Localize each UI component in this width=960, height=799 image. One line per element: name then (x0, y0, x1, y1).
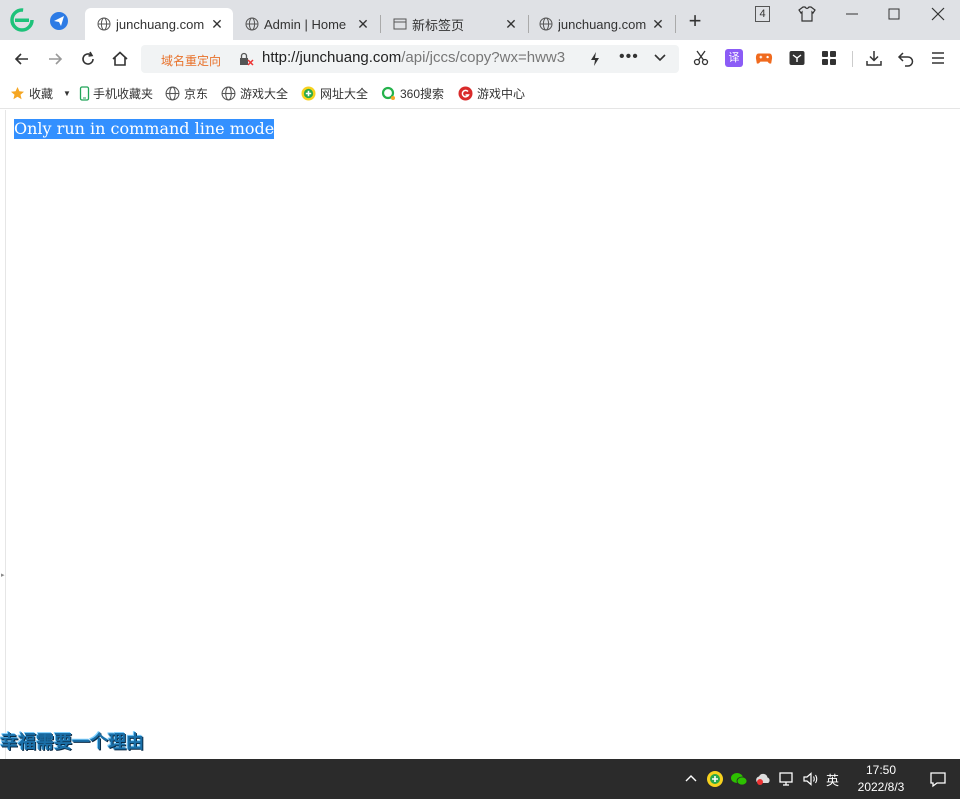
tab-new-tab[interactable]: 新标签页 ✕ (381, 8, 527, 40)
game-center-icon (458, 86, 473, 100)
tab-count-badge[interactable]: 4 (755, 6, 770, 22)
wechat-icon[interactable] (730, 770, 748, 788)
reload-icon[interactable] (78, 49, 98, 69)
close-window-icon[interactable] (928, 4, 948, 24)
bookmark-favorites[interactable]: 收藏 ▼ (10, 84, 71, 102)
url-path: /api/jccs/copy?wx=hww3 (401, 49, 566, 66)
bookmark-label: 360搜索 (400, 86, 445, 101)
tab-admin-home[interactable]: Admin | Home ✕ (233, 8, 379, 40)
page-content: ▸ Only run in command line mode 幸福需要一个理由 (0, 110, 960, 760)
url-text[interactable]: http://junchuang.com/api/jccs/copy?wx=hw… (262, 49, 577, 66)
network-icon[interactable] (778, 770, 796, 788)
window-icon (393, 18, 407, 30)
globe-icon (97, 17, 111, 31)
globe-icon (539, 17, 553, 31)
plus-circle-icon (301, 86, 316, 100)
globe-icon (165, 86, 180, 100)
browser-logo-icon[interactable] (10, 8, 34, 32)
minimize-icon[interactable] (842, 4, 862, 24)
address-bar[interactable]: 域名重定向 http://junchuang.com/api/jccs/copy… (141, 45, 679, 73)
scissors-icon[interactable] (692, 49, 710, 67)
menu-icon[interactable] (929, 49, 947, 67)
forward-arrow-icon[interactable] (45, 49, 65, 69)
overlay-caption: 幸福需要一个理由 (0, 732, 144, 753)
browser-window: junchuang.com ✕ Admin | Home ✕ 新标签页 ✕ ju… (0, 0, 960, 799)
apps-grid-icon[interactable] (820, 49, 838, 67)
bookmark-url-directory[interactable]: 网址大全 (301, 84, 368, 102)
sidebar-edge (5, 110, 6, 760)
chevron-up-icon[interactable] (682, 770, 700, 788)
taskbar: 英 17:50 2022/8/3 (0, 759, 960, 799)
notification-icon[interactable] (929, 770, 947, 788)
bookmark-jd[interactable]: 京东 (165, 84, 208, 102)
translate-icon[interactable]: 译 (725, 49, 743, 67)
tab-strip: junchuang.com ✕ Admin | Home ✕ 新标签页 ✕ ju… (0, 0, 960, 40)
caret-down-icon[interactable]: ▼ (63, 89, 71, 98)
bookmark-label: 网址大全 (320, 86, 369, 101)
tab-title: Admin | Home (264, 16, 347, 32)
close-tab-icon[interactable]: ✕ (503, 16, 519, 32)
toolbar-divider (852, 51, 853, 67)
skin-icon[interactable] (798, 6, 816, 22)
bookmark-360-search[interactable]: 360搜索 (381, 84, 444, 102)
bookmark-label: 京东 (184, 86, 209, 101)
home-icon[interactable] (110, 49, 130, 69)
bookmark-games[interactable]: 游戏大全 (221, 84, 288, 102)
address-toolbar: 域名重定向 http://junchuang.com/api/jccs/copy… (0, 40, 960, 78)
bookmark-mobile-favorites[interactable]: 手机收藏夹 (79, 84, 153, 102)
star-icon (11, 86, 24, 99)
close-tab-icon[interactable]: ✕ (650, 16, 666, 32)
page-message: Only run in command line mode (14, 119, 275, 139)
bookmarks-bar: 收藏 ▼ 手机收藏夹 京东 游戏大全 网址大全 360搜索 游戏中心 (0, 78, 960, 109)
globe-icon (221, 86, 236, 100)
system-clock[interactable]: 17:50 2022/8/3 (850, 762, 912, 796)
download-icon[interactable] (865, 49, 883, 67)
bookmark-label: 游戏大全 (240, 86, 289, 101)
insecure-lock-icon[interactable] (238, 52, 254, 66)
tab-title: 新标签页 (412, 17, 465, 33)
redirect-notice[interactable]: 域名重定向 (161, 52, 221, 69)
bookmark-game-center[interactable]: 游戏中心 (458, 84, 525, 102)
chevron-down-icon[interactable] (653, 53, 667, 63)
clock-time: 17:50 (865, 763, 897, 777)
tab-junchuang-1[interactable]: junchuang.com ✕ (85, 8, 233, 40)
bookmark-label: 收藏 (29, 86, 54, 101)
back-arrow-icon[interactable] (12, 49, 32, 69)
bookmark-label: 游戏中心 (477, 86, 526, 101)
bookmark-label: 手机收藏夹 (93, 86, 154, 101)
sidebar-expand-icon[interactable]: ▸ (1, 571, 5, 579)
tab-title: junchuang.com (558, 16, 646, 32)
reading-icon[interactable] (788, 49, 806, 67)
tab-title: junchuang.com (116, 16, 205, 32)
input-method-indicator[interactable]: 英 (826, 770, 839, 789)
url-host: http://junchuang.com (262, 49, 402, 66)
globe-icon (245, 17, 259, 31)
tab-junchuang-2[interactable]: junchuang.com ✕ (527, 8, 674, 40)
cloud-sync-icon[interactable] (754, 770, 772, 788)
new-tab-button[interactable]: + (686, 10, 704, 32)
plus-circle-tray-icon[interactable] (706, 770, 724, 788)
close-tab-icon[interactable]: ✕ (209, 16, 225, 32)
send-icon[interactable] (50, 12, 68, 30)
volume-icon[interactable] (802, 770, 820, 788)
close-tab-icon[interactable]: ✕ (355, 16, 371, 32)
tab-divider (675, 15, 676, 33)
clock-date: 2022/8/3 (857, 780, 905, 794)
more-options-icon[interactable]: ••• (619, 48, 639, 66)
lightning-icon[interactable] (589, 51, 601, 67)
maximize-icon[interactable] (884, 4, 904, 24)
phone-icon (79, 85, 90, 101)
search-360-icon (381, 86, 395, 100)
gamepad-icon[interactable] (755, 49, 773, 67)
undo-icon[interactable] (897, 49, 915, 67)
